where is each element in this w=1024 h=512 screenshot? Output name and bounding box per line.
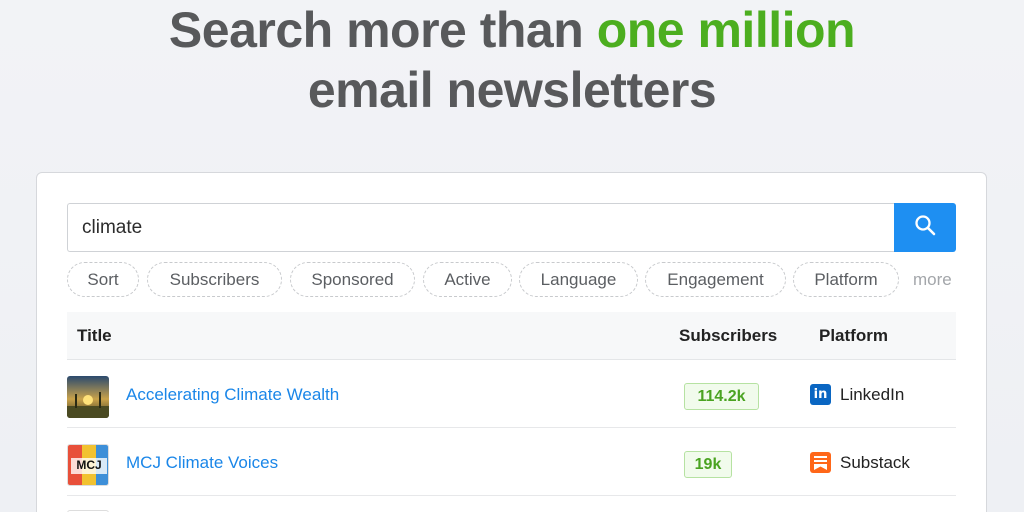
filter-chip-platform[interactable]: Platform — [793, 262, 899, 297]
column-title[interactable]: Title — [77, 312, 112, 360]
table-row[interactable]: MCJ MCJ Climate Voices 19k Substack — [67, 429, 956, 496]
hero-line-2: email newsletters — [307, 62, 717, 118]
filter-chip-sponsored[interactable]: Sponsored — [290, 262, 415, 297]
table-row[interactable]: Accelerating Climate Wealth 114.2k in Li… — [67, 361, 956, 428]
search-icon — [914, 214, 936, 241]
column-subscribers[interactable]: Subscribers — [679, 312, 777, 360]
platform-name: LinkedIn — [840, 384, 905, 404]
more-filters-link[interactable]: more — [913, 262, 952, 297]
filter-chip-active[interactable]: Active — [423, 262, 512, 297]
thumb-label: MCJ — [76, 458, 102, 472]
newsletter-thumbnail: MCJ — [67, 444, 109, 486]
hero-prefix: Search more than — [168, 2, 584, 58]
hero-line-1: Search more than one million — [0, 2, 1024, 58]
newsletter-thumbnail — [67, 376, 109, 418]
search-button[interactable] — [894, 203, 956, 252]
table-header: Title Subscribers Platform — [67, 312, 956, 360]
subscriber-count-badge: 114.2k — [684, 383, 759, 410]
filter-chip-engagement[interactable]: Engagement — [645, 262, 786, 297]
table-row[interactable] — [67, 497, 956, 512]
linkedin-icon: in — [810, 384, 831, 405]
search-input[interactable] — [67, 203, 895, 252]
newsletter-title-link[interactable]: Accelerating Climate Wealth — [126, 361, 339, 428]
column-platform[interactable]: Platform — [819, 312, 888, 360]
hero-accent: one million — [596, 2, 856, 58]
filter-chip-language[interactable]: Language — [519, 262, 638, 297]
platform-cell: Substack — [810, 429, 910, 496]
filter-chip-sort[interactable]: Sort — [67, 262, 139, 297]
platform-name: Substack — [840, 452, 910, 472]
subscriber-count-badge: 19k — [684, 451, 732, 478]
filter-chip-subscribers[interactable]: Subscribers — [147, 262, 282, 297]
platform-cell: in LinkedIn — [810, 361, 904, 428]
newsletter-title-link[interactable]: MCJ Climate Voices — [126, 429, 278, 496]
substack-icon — [810, 452, 831, 473]
